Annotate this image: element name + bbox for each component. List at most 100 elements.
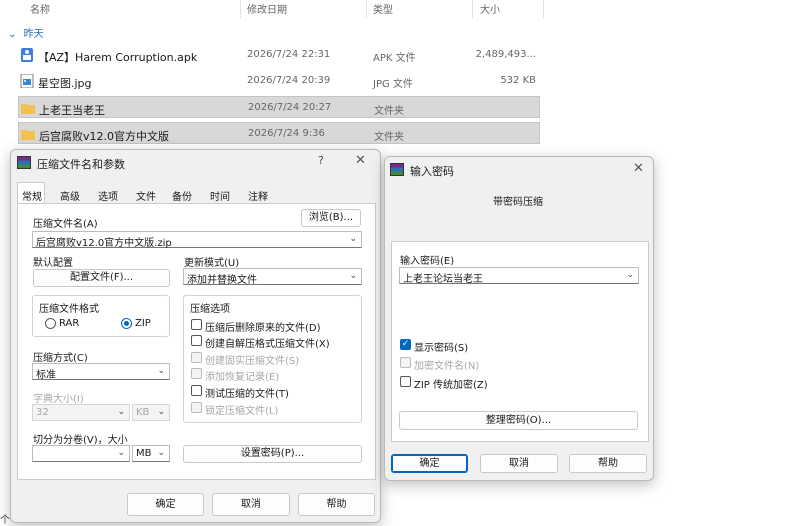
rar-radio[interactable] (45, 318, 56, 329)
column-modified[interactable]: 修改日期 (247, 1, 287, 16)
options-label: 压缩选项 (190, 304, 230, 315)
recovery-record-label: 添加恢复记录(E) (205, 372, 280, 383)
file-type: 文件夹 (374, 106, 404, 117)
winrar-icon (390, 163, 404, 176)
cancel-button[interactable]: 取消 (480, 454, 558, 473)
file-name: 星空图.jpg (38, 77, 92, 90)
file-row[interactable]: 后宫腐败v12.0官方中文版 2026/7/24 9:36 文件夹 (18, 122, 540, 144)
group-label: 昨天 (23, 29, 44, 40)
chevron-down-icon[interactable]: ⌄ (349, 271, 357, 281)
password-input[interactable]: 上老王论坛当老王 ⌄ (399, 267, 639, 285)
close-icon[interactable]: ✕ (355, 153, 366, 168)
chevron-down-icon: ⌄ (8, 29, 17, 40)
dict-unit-select: KB ⌄ (132, 404, 170, 421)
profiles-button[interactable]: 配置文件(F)... (33, 269, 170, 287)
delete-after-label[interactable]: 压缩后删除原来的文件(D) (205, 319, 321, 334)
file-size: 532 KB (500, 75, 536, 86)
folder-icon (21, 104, 35, 114)
file-date: 2026/7/24 20:27 (248, 102, 332, 113)
ok-button[interactable]: 确定 (391, 454, 468, 473)
file-list-header: 名称 修改日期 类型 大小 (0, 0, 545, 18)
help-icon[interactable]: ? (318, 154, 324, 167)
archive-name-value: 后宫腐败v12.0官方中文版.zip (36, 238, 172, 249)
file-type: APK 文件 (373, 53, 416, 64)
update-mode-label: 更新模式(U) (184, 258, 240, 269)
password-dialog: 输入密码 ✕ 带密码压缩 输入密码(E) 上老王论坛当老王 ⌄ ✓ 显示密码(S… (384, 156, 654, 481)
dict-size-select: 32 ⌄ (32, 404, 130, 421)
browse-button[interactable]: 浏览(B)... (301, 209, 361, 227)
sfx-checkbox[interactable] (191, 335, 202, 346)
show-password-checkbox[interactable]: ✓ (400, 339, 411, 350)
tab-backup[interactable]: 备份 (172, 187, 192, 204)
enter-password-label: 输入密码(E) (400, 256, 455, 267)
file-type: JPG 文件 (373, 79, 413, 90)
file-name: 后宫腐败v12.0官方中文版 (39, 130, 170, 143)
zip-radio[interactable] (121, 318, 132, 329)
update-mode-value: 添加并替换文件 (187, 275, 257, 286)
encrypt-names-label: 加密文件名(N) (414, 361, 480, 372)
column-name[interactable]: 名称 (30, 1, 50, 16)
method-select[interactable]: 标准 ⌄ (32, 363, 170, 381)
rar-label[interactable]: RAR (59, 318, 79, 329)
update-mode-select[interactable]: 添加并替换文件 ⌄ (183, 268, 362, 286)
tab-advanced[interactable]: 高级 (60, 187, 80, 204)
file-date: 2026/7/24 9:36 (248, 128, 325, 139)
column-type[interactable]: 类型 (373, 1, 393, 16)
zip-legacy-checkbox[interactable] (400, 376, 411, 387)
tab-time[interactable]: 时间 (210, 187, 230, 204)
method-label: 压缩方式(C) (33, 353, 88, 364)
folder-icon (21, 130, 35, 140)
help-button[interactable]: 帮助 (298, 493, 375, 516)
tab-options[interactable]: 选项 (98, 187, 118, 204)
set-password-button[interactable]: 设置密码(P)... (183, 445, 362, 463)
split-label: 切分为分卷(V)，大小 (33, 435, 128, 446)
tab-files[interactable]: 文件 (136, 187, 156, 204)
organize-passwords-button[interactable]: 整理密码(O)... (399, 411, 638, 430)
lock-archive-label: 锁定压缩文件(L) (205, 406, 279, 417)
password-value: 上老王论坛当老王 (403, 274, 483, 285)
file-row[interactable]: 上老王当老王 2026/7/24 20:27 文件夹 (18, 96, 540, 118)
delete-after-checkbox[interactable] (191, 319, 202, 330)
chevron-down-icon[interactable]: ⌄ (626, 270, 634, 280)
split-unit-value: MB (136, 448, 152, 459)
winrar-icon (17, 156, 31, 169)
chevron-down-icon: ⌄ (157, 407, 165, 417)
split-unit-select[interactable]: MB ⌄ (132, 445, 170, 462)
dialog-title: 压缩文件名和参数 (37, 158, 125, 171)
chevron-down-icon[interactable]: ⌄ (117, 448, 125, 458)
solid-checkbox (191, 352, 202, 363)
method-value: 标准 (36, 370, 56, 381)
file-date: 2026/7/24 20:39 (247, 75, 331, 86)
archive-name-label: 压缩文件名(A) (33, 219, 98, 230)
cancel-button[interactable]: 取消 (212, 493, 290, 516)
tab-general[interactable]: 常规 (22, 187, 42, 204)
tab-comment[interactable]: 注释 (248, 187, 268, 204)
lock-archive-checkbox (191, 402, 202, 413)
split-size-input[interactable]: ⌄ (32, 445, 130, 462)
chevron-down-icon[interactable]: ⌄ (157, 366, 165, 376)
zip-legacy-label[interactable]: ZIP 传统加密(Z) (414, 376, 488, 391)
chevron-down-icon: ⌄ (117, 407, 125, 417)
ok-button[interactable]: 确定 (127, 493, 204, 516)
test-files-checkbox[interactable] (191, 385, 202, 396)
archive-name-input[interactable]: 后宫腐败v12.0官方中文版.zip ⌄ (32, 231, 362, 249)
help-button[interactable]: 帮助 (569, 454, 647, 473)
sfx-label[interactable]: 创建自解压格式压缩文件(X) (205, 335, 330, 350)
zip-label[interactable]: ZIP (135, 318, 151, 329)
solid-label: 创建固实压缩文件(S) (205, 356, 300, 367)
chevron-down-icon[interactable]: ⌄ (349, 234, 357, 244)
file-row[interactable]: 【AZ】Harem Corruption.apk 2026/7/24 22:31… (18, 44, 540, 66)
group-header-yesterday[interactable]: ⌄ 昨天 (8, 25, 44, 40)
recovery-record-checkbox (191, 368, 202, 379)
file-name: 上老王当老王 (39, 104, 105, 117)
show-password-label[interactable]: 显示密码(S) (414, 339, 468, 354)
file-row[interactable]: 星空图.jpg 2026/7/24 20:39 JPG 文件 532 KB (18, 70, 540, 92)
test-files-label[interactable]: 测试压缩的文件(T) (205, 385, 289, 400)
default-profile-label: 默认配置 (33, 258, 73, 269)
chevron-down-icon[interactable]: ⌄ (157, 448, 165, 458)
close-icon[interactable]: ✕ (633, 161, 644, 176)
encrypt-names-checkbox (400, 357, 411, 368)
column-size[interactable]: 大小 (480, 1, 500, 16)
dialog-header: 带密码压缩 (493, 197, 543, 208)
dict-unit-value: KB (136, 407, 150, 418)
